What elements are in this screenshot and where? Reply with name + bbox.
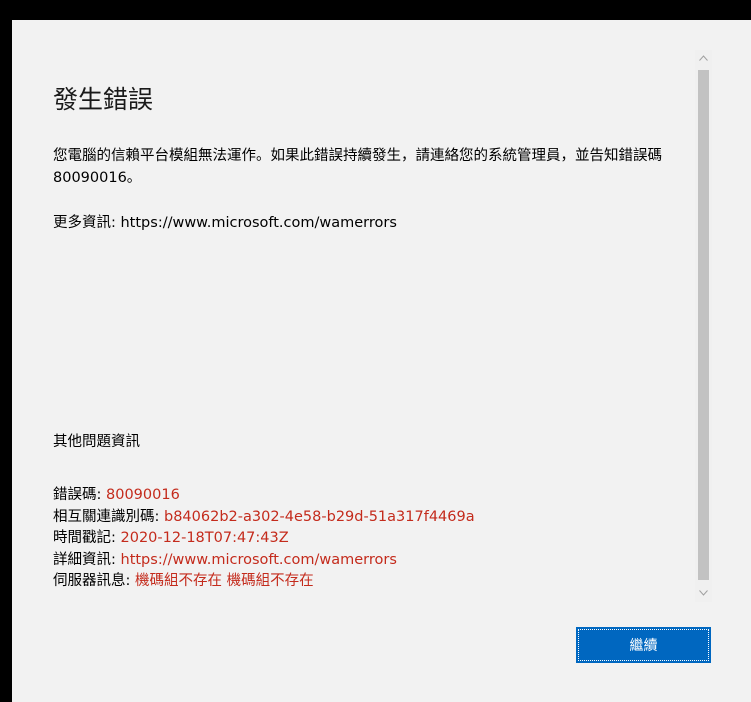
detail-value: 機碼組不存在 機碼組不存在 — [135, 573, 314, 589]
detail-more-info: 詳細資訊: https://www.microsoft.com/wamerror… — [53, 550, 475, 572]
dialog-content: 發生錯誤 您電腦的信賴平台模組無法運作。如果此錯誤持續發生，請連絡您的系統管理員… — [53, 20, 693, 620]
detail-label: 相互關連識別碼: — [53, 508, 164, 525]
chevron-up-icon — [699, 55, 708, 61]
continue-button[interactable]: 繼續 — [576, 627, 711, 663]
chevron-down-icon[interactable] — [695, 585, 712, 602]
detail-value: 2020-12-18T07:47:43Z — [120, 530, 289, 546]
chevron-down-icon — [699, 590, 708, 596]
detail-label: 詳細資訊: — [53, 551, 121, 568]
detail-error-code: 錯誤碼: 80090016 — [53, 485, 475, 507]
chevron-up-icon[interactable] — [695, 50, 712, 67]
detail-label: 錯誤碼: — [53, 487, 106, 503]
detail-timestamp: 時間戳記: 2020-12-18T07:47:43Z — [53, 528, 475, 550]
detail-value: b84062b2-a302-4e58-b29d-51a317f4469a — [164, 508, 475, 525]
additional-info-heading: 其他問題資訊 — [53, 434, 140, 450]
detail-label: 時間戳記: — [53, 530, 121, 546]
error-dialog: 發生錯誤 您電腦的信賴平台模組無法運作。如果此錯誤持續發生，請連絡您的系統管理員… — [12, 20, 751, 702]
detail-label: 伺服器訊息: — [53, 573, 135, 589]
vertical-scrollbar[interactable] — [695, 50, 712, 602]
detail-value: 80090016 — [106, 487, 180, 503]
detail-correlation-id: 相互關連識別碼: b84062b2-a302-4e58-b29d-51a317f… — [53, 507, 475, 529]
detail-value: https://www.microsoft.com/wamerrors — [120, 551, 397, 568]
error-message: 您電腦的信賴平台模組無法運作。如果此錯誤持續發生，請連絡您的系統管理員，並告知錯… — [53, 148, 662, 186]
more-info-text: 更多資訊: https://www.microsoft.com/wamerror… — [53, 215, 397, 231]
details-list: 錯誤碼: 80090016 相互關連識別碼: b84062b2-a302-4e5… — [53, 485, 475, 593]
scroll-thumb[interactable] — [698, 70, 709, 580]
detail-server-message: 伺服器訊息: 機碼組不存在 機碼組不存在 — [53, 571, 475, 593]
dialog-title: 發生錯誤 — [53, 85, 154, 114]
